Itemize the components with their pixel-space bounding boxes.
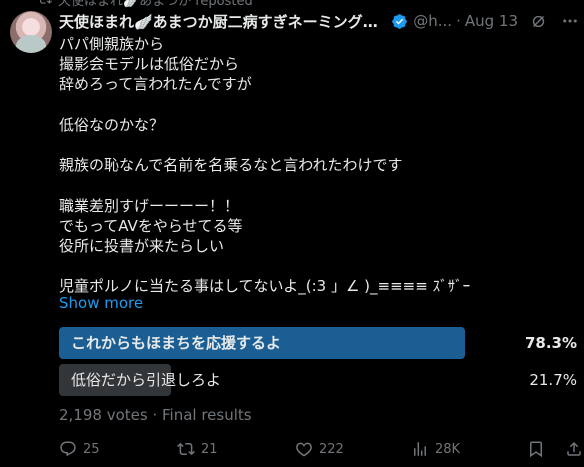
- verified-badge-icon[interactable]: [391, 13, 408, 30]
- show-more-link[interactable]: Show more: [59, 294, 143, 312]
- repost-count: 21: [201, 441, 218, 457]
- share-icon: [567, 441, 581, 456]
- poll-option-2: 低俗だから引退しろよ 21.7%: [59, 364, 579, 396]
- poll-option-1-percent: 78.3%: [524, 334, 577, 352]
- tweet-header: 天使ほまれ🪽あまつか厨二病すぎネーミングにな... @h... · Aug 13: [59, 11, 579, 31]
- share-button[interactable]: [565, 438, 583, 460]
- tweet-body-line: [59, 95, 559, 115]
- poll-option-1-label: これからもほまちを応援するよ: [71, 334, 282, 352]
- reply-button[interactable]: 25: [59, 438, 100, 460]
- tweet-body-line: でもってAVをやらせてる等: [59, 216, 243, 235]
- tweet-body-line: パパ側親族から: [59, 35, 165, 53]
- tweet-body-line: 辞めろって言われたんですが: [59, 75, 252, 94]
- tweet-body-line: [59, 175, 559, 195]
- views-button[interactable]: 28K: [411, 438, 460, 460]
- reply-count: 25: [83, 441, 100, 457]
- heart-icon: [296, 442, 312, 457]
- tweet-body-line: [59, 135, 559, 155]
- tweet-body-line: 親族の恥なんで名前を名乗るなと言われたわけです: [59, 156, 403, 175]
- like-button[interactable]: 222: [295, 438, 344, 460]
- tweet-body: パパ側親族から 撮影会モデルは低俗だから 辞めろって言われたんですが 低俗なのか…: [59, 34, 559, 296]
- display-name[interactable]: 天使ほまれ🪽あまつか厨二病すぎネーミングにな...: [59, 11, 388, 32]
- separator-dot: ·: [456, 12, 461, 30]
- poll-option-1: これからもほまちを応援するよ 78.3%: [59, 327, 579, 359]
- repost-icon: [177, 442, 195, 456]
- avatar[interactable]: [10, 11, 52, 53]
- like-count: 222: [319, 441, 344, 457]
- tweet-body-line: 低俗なのかな？: [59, 115, 165, 134]
- repost-context-text: 天使ほまれ🪽あまつか reposted: [58, 0, 253, 9]
- repost-context[interactable]: 天使ほまれ🪽あまつか reposted: [38, 0, 253, 9]
- bookmark-button[interactable]: [527, 438, 545, 460]
- tweet-body-line: [59, 256, 559, 276]
- reply-icon: [60, 441, 76, 457]
- tweet-body-line: 役所に投書が来たらしい: [59, 236, 225, 255]
- poll-option-2-label: 低俗だから引退しろよ: [71, 371, 222, 389]
- grok-icon[interactable]: [530, 13, 547, 30]
- bookmark-icon: [530, 441, 542, 458]
- views-count: 28K: [435, 441, 461, 457]
- more-icon[interactable]: [561, 12, 579, 30]
- tweet-body-line: 職業差別すげーーーー！！: [59, 196, 240, 215]
- poll-option-2-percent: 21.7%: [529, 371, 577, 389]
- views-icon: [414, 442, 426, 456]
- repost-button[interactable]: 21: [177, 438, 218, 460]
- tweet-date[interactable]: Aug 13: [465, 12, 518, 30]
- user-handle[interactable]: @h...: [413, 12, 452, 30]
- tweet-actions: 25 21 222 28K: [59, 438, 581, 460]
- tweet-body-line: 撮影会モデルは低俗だから: [59, 55, 240, 74]
- repost-icon: [40, 0, 52, 4]
- poll-results-footer: 2,198 votes · Final results: [59, 406, 252, 424]
